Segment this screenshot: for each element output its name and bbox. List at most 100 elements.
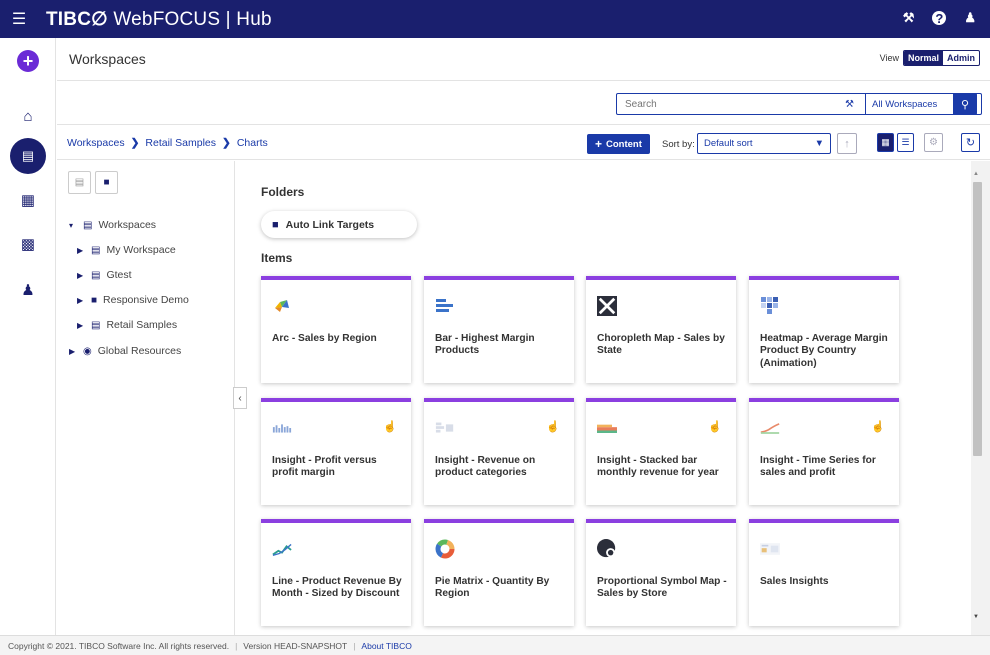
help-icon[interactable]: ? xyxy=(932,11,947,26)
tools-icon[interactable]: ⚒ xyxy=(903,10,915,26)
grid-icon: ▦ xyxy=(881,137,890,147)
item-card[interactable]: Heatmap - Average Margin Product By Coun… xyxy=(749,276,899,383)
left-rail: + ⌂ ▤ ▦ ▩ ♟ xyxy=(0,38,56,635)
item-card[interactable]: Line - Product Revenue By Month - Sized … xyxy=(261,519,411,626)
item-card-label: Sales Insights xyxy=(760,576,829,587)
scrollbar-thumb[interactable] xyxy=(973,182,982,456)
brand-tibco: TIBC∅ xyxy=(46,8,108,30)
content-toolbar: Workspaces ❯ Retail Samples ❯ Charts + C… xyxy=(57,126,990,160)
symbol-map-icon xyxy=(597,539,617,559)
tree-item-responsive-demo[interactable]: ▶ ■ Responsive Demo xyxy=(77,294,189,306)
create-button[interactable]: + xyxy=(0,50,56,72)
caret-right-icon[interactable]: ▶ xyxy=(69,347,77,356)
breadcrumb-chevron-icon: ❯ xyxy=(130,137,140,149)
portals-button[interactable]: ▦ xyxy=(0,190,56,210)
item-card[interactable]: ☝ Insight - Revenue on product categorie… xyxy=(424,398,574,505)
item-card[interactable]: ☝ Insight - Profit versus profit margin xyxy=(261,398,411,505)
caret-right-icon[interactable]: ▶ xyxy=(77,321,85,330)
new-folder-button[interactable]: ■ xyxy=(95,171,118,194)
item-card[interactable]: Bar - Highest Margin Products xyxy=(424,276,574,383)
caret-down-icon[interactable]: ▾ xyxy=(69,221,77,230)
breadcrumb-charts[interactable]: Charts xyxy=(237,137,268,149)
caret-right-icon[interactable]: ▶ xyxy=(77,296,85,305)
app-brand: TIBC∅ WebFOCUS | Hub xyxy=(46,8,272,31)
search-input[interactable] xyxy=(617,98,837,110)
refresh-button[interactable]: ↻ xyxy=(961,133,980,152)
caret-right-icon[interactable]: ▶ xyxy=(77,271,85,280)
item-card-label: Pie Matrix - Quantity By Region xyxy=(435,576,550,600)
pie-chart-icon xyxy=(435,539,455,559)
scroll-up-icon[interactable]: ▲ xyxy=(971,171,981,177)
workspaces-button[interactable]: ▤ xyxy=(0,137,56,175)
breadcrumb-workspaces[interactable]: Workspaces xyxy=(67,137,125,149)
insight-icon xyxy=(435,418,455,438)
search-box: ⚒ All Workspaces ▼ xyxy=(616,93,982,115)
about-tibco-link[interactable]: About TIBCO xyxy=(361,641,411,651)
settings-button[interactable]: ⚙ xyxy=(924,133,943,152)
tree-item-label: Gtest xyxy=(106,269,132,281)
list-view-button[interactable]: ☰ xyxy=(897,133,914,152)
item-card-label: Insight - Revenue on product categories xyxy=(435,455,536,479)
item-card[interactable]: Arc - Sales by Region xyxy=(261,276,411,383)
tree-item-gtest[interactable]: ▶ ▤ Gtest xyxy=(77,269,132,281)
item-card[interactable]: ☝ Insight - Stacked bar monthly revenue … xyxy=(586,398,736,505)
arc-chart-icon xyxy=(272,296,292,316)
new-workspace-button[interactable]: ▤ xyxy=(68,171,91,194)
footer-separator: | xyxy=(235,640,238,651)
add-content-button[interactable]: + Content xyxy=(587,134,650,154)
item-card[interactable]: Sales Insights xyxy=(749,519,899,626)
sort-direction-button[interactable]: ↑ xyxy=(837,133,857,154)
view-segment: Normal Admin xyxy=(902,50,980,66)
item-card-label: Line - Product Revenue By Month - Sized … xyxy=(272,576,402,600)
search-options-icon[interactable]: ⚒ xyxy=(845,99,855,110)
item-card[interactable]: Choropleth Map - Sales by State xyxy=(586,276,736,383)
tree-item-my-workspace[interactable]: ▶ ▤ My Workspace xyxy=(77,244,176,256)
list-icon: ☰ xyxy=(901,137,910,147)
item-card[interactable]: Pie Matrix - Quantity By Region xyxy=(424,519,574,626)
breadcrumb-chevron-icon: ❯ xyxy=(222,137,231,149)
home-button[interactable]: ⌂ xyxy=(0,106,56,126)
grid-view-button[interactable]: ▦ xyxy=(877,133,894,152)
breadcrumb: Workspaces ❯ Retail Samples ❯ Charts xyxy=(67,137,268,149)
tree-item-retail-samples[interactable]: ▶ ▤ Retail Samples xyxy=(77,319,177,331)
tree-item-global-resources[interactable]: ▶ ◉ Global Resources xyxy=(69,345,181,357)
sort-select[interactable]: Default sort ▼ xyxy=(697,133,831,154)
view-admin-button[interactable]: Admin xyxy=(943,51,979,65)
folder-icon: ■ xyxy=(91,294,98,306)
portals-icon: ▦ xyxy=(20,192,36,209)
page-header: Workspaces View Normal Admin xyxy=(57,38,990,81)
user-icon[interactable]: ♟ xyxy=(964,10,976,26)
folder-icon: ■ xyxy=(272,218,279,231)
brand-separator: | xyxy=(220,8,237,30)
hamburger-icon[interactable]: ☰ xyxy=(0,9,38,29)
caret-right-icon[interactable]: ▶ xyxy=(77,246,85,255)
admin-users-button[interactable]: ♟ xyxy=(0,280,56,300)
view-normal-button[interactable]: Normal xyxy=(903,51,943,65)
heatmap-icon xyxy=(760,296,780,316)
topbar-actions: ⚒ ? ♟ xyxy=(903,10,976,26)
breadcrumb-retail-samples[interactable]: Retail Samples xyxy=(145,137,216,149)
item-card[interactable]: ☝ Insight - Time Series for sales and pr… xyxy=(749,398,899,505)
reports-icon: ▩ xyxy=(20,236,36,253)
folder-auto-link-targets[interactable]: ■ Auto Link Targets xyxy=(261,211,417,238)
touch-icon: ☝ xyxy=(383,421,397,433)
search-button[interactable]: ⚲ xyxy=(953,93,977,115)
copyright-text: Copyright © 2021. TIBCO Software Inc. Al… xyxy=(8,640,230,651)
tree-item-label: Responsive Demo xyxy=(103,294,189,306)
workspace-icon: ▤ xyxy=(83,219,93,231)
item-card[interactable]: Proportional Symbol Map - Sales by Store xyxy=(586,519,736,626)
item-card-label: Insight - Time Series for sales and prof… xyxy=(760,455,876,479)
items-heading: Items xyxy=(261,251,293,265)
folder-label: Auto Link Targets xyxy=(285,218,375,231)
footer: Copyright © 2021. TIBCO Software Inc. Al… xyxy=(0,635,990,655)
touch-icon: ☝ xyxy=(871,421,885,433)
scroll-down-icon[interactable]: ▼ xyxy=(971,614,981,620)
search-bar: ⚒ All Workspaces ▼ ⚲ xyxy=(57,82,990,125)
item-card-label: Insight - Stacked bar monthly revenue fo… xyxy=(597,455,719,479)
gear-icon: ⚙ xyxy=(929,137,938,148)
tree-item-workspaces[interactable]: ▾ ▤ Workspaces xyxy=(69,219,156,231)
reports-button[interactable]: ▩ xyxy=(0,234,56,254)
item-card-label: Proportional Symbol Map - Sales by Store xyxy=(597,576,727,600)
insight-icon xyxy=(597,418,617,438)
chevron-down-icon: ▼ xyxy=(814,138,824,149)
